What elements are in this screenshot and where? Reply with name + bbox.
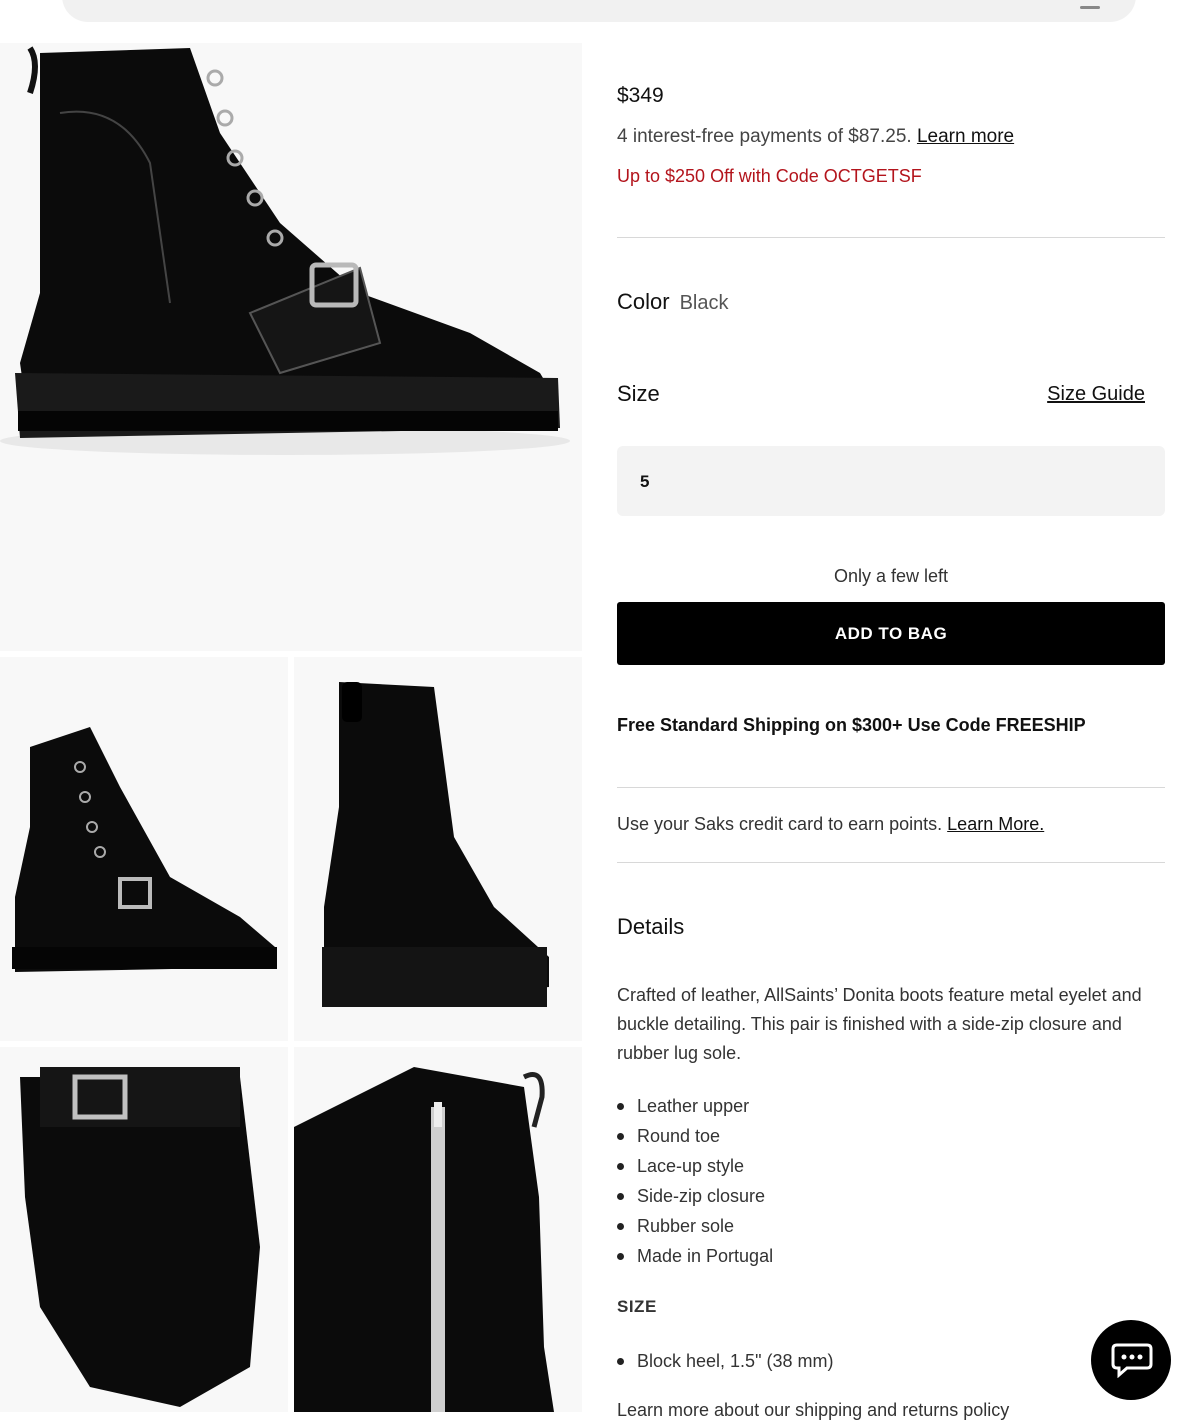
color-label: Color [617,289,670,314]
color-value: Black [679,292,729,314]
chat-button[interactable] [1091,1320,1171,1400]
product-image-angle[interactable] [0,657,288,1041]
size-feature-list: Block heel, 1.5" (38 mm) [617,1346,833,1376]
divider [617,862,1165,863]
details-heading: Details [617,914,685,939]
stock-status: Only a few left [833,566,949,586]
size-details-heading: SIZE [617,1297,657,1316]
boot-angle-image [12,727,277,972]
list-item: Leather upper [617,1091,773,1121]
product-price: $349 [617,84,664,107]
shipping-promo: Free Standard Shipping on $300+ Use Code… [617,715,1086,735]
list-item: Block heel, 1.5" (38 mm) [617,1346,833,1376]
size-header: Size Size Guide [617,381,1165,407]
list-item: Side-zip closure [617,1181,773,1211]
promo-code-text: Up to $250 Off with Code OCTGETSF [617,166,922,186]
add-to-bag-button[interactable]: ADD TO BAG [617,602,1165,665]
feature-list: Leather upper Round toe Lace-up style Si… [617,1091,773,1271]
boot-side-image [0,46,570,455]
list-item: Made in Portugal [617,1241,773,1271]
boot-toe-image [20,1067,260,1407]
size-selected-value: 5 [640,472,650,491]
details-description: Crafted of leather, AllSaints’ Donita bo… [617,985,1142,1063]
divider [617,787,1165,788]
list-item: Rubber sole [617,1211,773,1241]
menu-icon[interactable] [1080,6,1100,9]
credit-card-text: Use your Saks credit card to earn points… [617,814,943,834]
installments-text: 4 interest-free payments of $87.25. [617,126,912,147]
size-guide-link[interactable]: Size Guide [1047,383,1145,406]
installments-learn-more-link[interactable]: Learn more [917,126,1014,147]
divider [617,237,1165,238]
credit-card-promo: Use your Saks credit card to earn points… [617,814,1165,835]
list-item: Lace-up style [617,1151,773,1181]
shipping-returns-text: Learn more about our shipping and return… [617,1400,1010,1420]
size-select[interactable]: 5 [617,446,1165,516]
credit-learn-more-link[interactable]: Learn More. [947,814,1044,834]
product-image-back[interactable] [294,657,582,1041]
product-image-toe[interactable] [0,1047,288,1412]
product-image-zip[interactable] [294,1047,582,1412]
boot-zip-image [294,1067,554,1412]
size-label: Size [617,381,660,406]
boot-back-image [322,682,549,1007]
chat-bubble-icon [1111,1343,1153,1378]
color-selector: Color Black [617,289,1165,315]
list-item: Round toe [617,1121,773,1151]
search-bar[interactable] [62,0,1136,22]
installments-info: 4 interest-free payments of $87.25. Lear… [617,126,1165,148]
product-image-main[interactable] [0,43,582,651]
